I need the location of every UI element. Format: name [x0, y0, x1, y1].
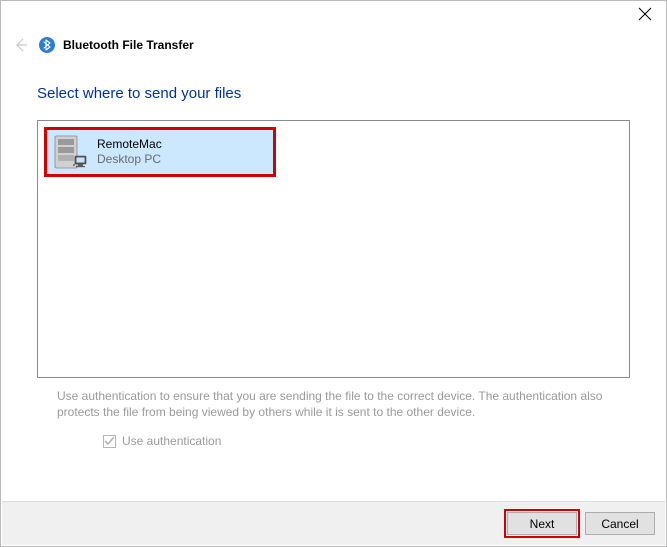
titlebar [1, 1, 666, 31]
device-list[interactable]: RemoteMac Desktop PC [37, 120, 630, 378]
next-button[interactable]: Next [507, 512, 577, 535]
wizard-title: Bluetooth File Transfer [63, 38, 194, 52]
device-item-remotemac[interactable]: RemoteMac Desktop PC [44, 127, 276, 177]
cancel-button[interactable]: Cancel [585, 512, 655, 535]
close-icon[interactable] [638, 7, 652, 21]
desktop-pc-icon [53, 134, 87, 170]
use-authentication-checkbox[interactable] [103, 435, 116, 448]
use-authentication-row: Use authentication [103, 434, 630, 448]
wizard-header: Bluetooth File Transfer [1, 31, 666, 53]
wizard-content: Select where to send your files RemoteMa… [1, 53, 666, 448]
back-arrow-icon[interactable] [13, 37, 29, 53]
device-type: Desktop PC [97, 152, 162, 167]
help-text: Use authentication to ensure that you ar… [57, 388, 610, 420]
wizard-footer: Next Cancel [2, 501, 665, 545]
use-authentication-label: Use authentication [122, 434, 221, 448]
bluetooth-icon [39, 37, 55, 53]
device-text: RemoteMac Desktop PC [97, 137, 162, 167]
page-heading: Select where to send your files [37, 85, 630, 102]
device-name: RemoteMac [97, 137, 162, 152]
